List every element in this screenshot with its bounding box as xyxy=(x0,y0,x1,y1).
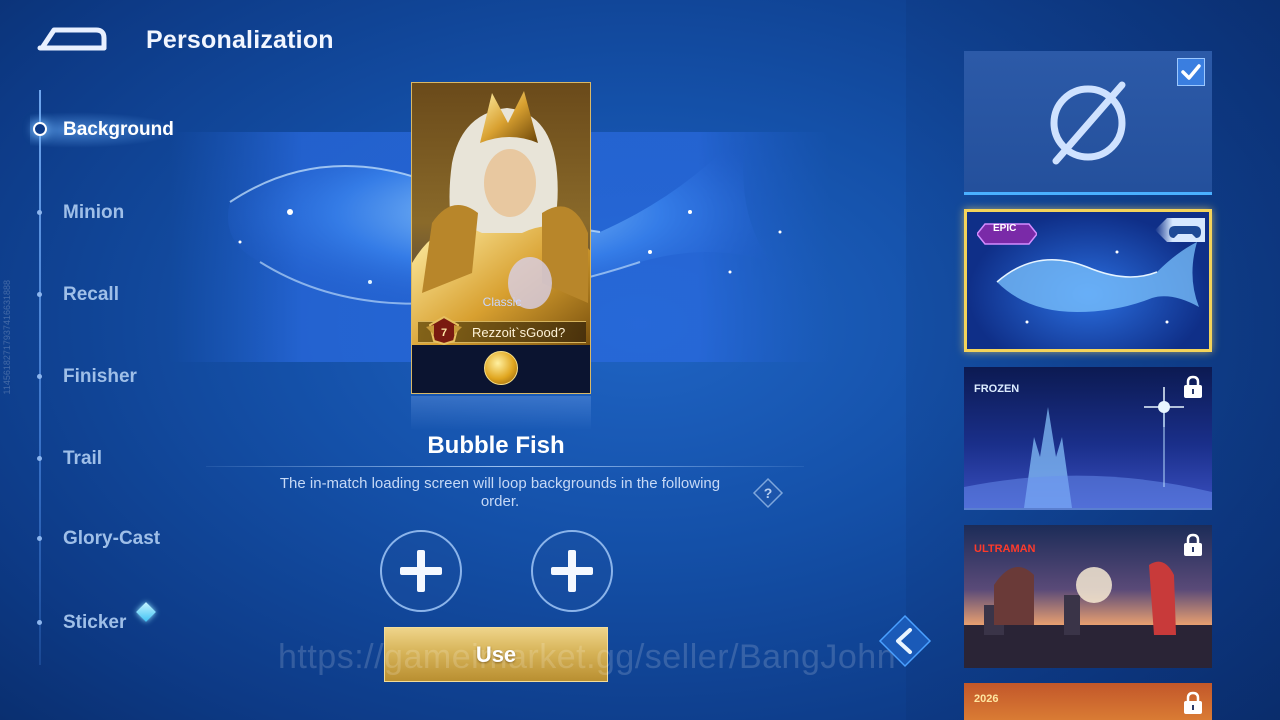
plus-icon xyxy=(551,550,593,592)
back-button[interactable] xyxy=(36,22,108,56)
lock-icon xyxy=(1184,533,1202,556)
page-title: Personalization xyxy=(146,26,334,54)
nav-dot xyxy=(37,292,42,297)
checkbox-checked[interactable] xyxy=(1177,58,1205,86)
player-name: Rezzoit`sGood? xyxy=(472,325,566,340)
nav-label: Background xyxy=(63,119,174,140)
device-id-text: 11456182717937416631888 xyxy=(2,280,12,395)
rank-level: 7 xyxy=(441,327,447,339)
add-background-slot-2[interactable] xyxy=(531,530,613,612)
background-option-none[interactable] xyxy=(964,51,1212,195)
divider xyxy=(206,466,804,467)
loop-info-text: The in-match loading screen will loop ba… xyxy=(279,475,721,510)
lock-icon xyxy=(1184,691,1202,714)
lock-icon xyxy=(1184,375,1202,398)
nav-label: Recall xyxy=(63,284,119,305)
checkmark-icon xyxy=(1181,64,1201,80)
card-reflection xyxy=(411,396,591,430)
nav-label: Finisher xyxy=(63,366,137,387)
nav-label: Trail xyxy=(63,448,103,469)
nav-dot xyxy=(37,620,42,625)
new-year-logo: 2026 xyxy=(974,693,999,705)
help-button[interactable]: ? xyxy=(752,477,784,509)
rank-badge-icon: 7 xyxy=(426,315,462,345)
nav-item-sticker[interactable]: Sticker xyxy=(37,602,210,643)
nav-label: Glory-Cast xyxy=(63,528,161,549)
background-option-bubble-fish[interactable]: EPIC xyxy=(964,209,1212,352)
chevron-left-icon xyxy=(878,614,932,668)
back-arrow-icon xyxy=(37,27,107,51)
nav-dot xyxy=(37,374,42,379)
skin-label: Classic xyxy=(482,295,522,309)
none-icon xyxy=(1050,81,1126,165)
background-option-frozen[interactable]: FROZEN xyxy=(964,367,1212,510)
watermark-text: https://gameimarket.gg/seller/BangJohn xyxy=(278,638,897,676)
help-label: ? xyxy=(764,485,773,501)
collapse-panel-button[interactable] xyxy=(876,612,934,670)
nav-active-indicator xyxy=(33,122,47,136)
nav-item-glory-cast[interactable]: Glory-Cast xyxy=(37,519,210,559)
loading-screen-preview-card[interactable]: Classic Rezzoit`sGood? 7 xyxy=(411,82,591,394)
question-icon: ? xyxy=(752,477,784,509)
rarity-label: EPIC xyxy=(993,223,1017,234)
nav-dot xyxy=(37,456,42,461)
emblem-icon xyxy=(484,351,518,385)
nav-dot xyxy=(37,210,42,215)
diamond-icon xyxy=(136,602,156,622)
nav-label: Minion xyxy=(63,202,125,223)
nav-item-trail[interactable]: Trail xyxy=(37,439,210,479)
background-option-new-year[interactable]: 2026 xyxy=(964,683,1212,720)
background-name: Bubble Fish xyxy=(427,432,565,459)
add-background-slot-1[interactable] xyxy=(380,530,462,612)
ultraman-logo: ULTRAMAN xyxy=(974,543,1036,555)
background-option-ultraman[interactable]: ULTRAMAN xyxy=(964,525,1212,668)
frozen-logo: FROZEN xyxy=(974,383,1020,395)
nav-label: Sticker xyxy=(63,612,127,633)
nav-dot xyxy=(37,536,42,541)
plus-icon xyxy=(400,550,442,592)
